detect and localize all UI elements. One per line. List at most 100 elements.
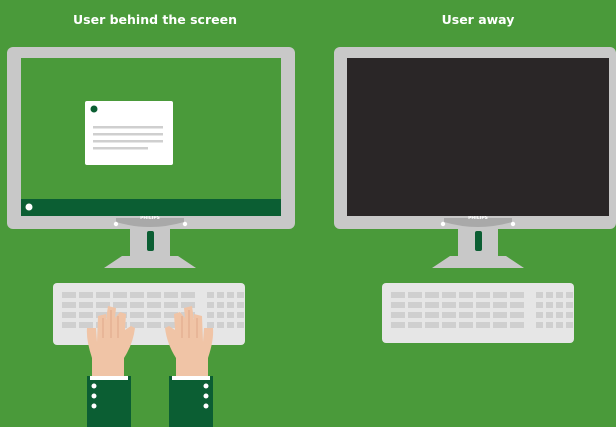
keyboard-key: [476, 322, 490, 328]
keyboard-key: [510, 322, 524, 328]
keyboard-key: [79, 292, 93, 298]
keyboard-key: [79, 312, 93, 318]
sleeve-button: [91, 403, 97, 409]
keyboard-key: [79, 322, 93, 328]
stand-slot-right: [475, 231, 482, 251]
keyboard-key: [459, 302, 473, 308]
keyboard-key: [147, 302, 161, 308]
numpad-key: [227, 302, 234, 308]
keyboard-key: [96, 292, 110, 298]
keyboard-key: [442, 292, 456, 298]
monitor-left: PHILIPS: [7, 47, 295, 268]
keyboard-key: [62, 292, 76, 298]
keyboard-key: [459, 292, 473, 298]
keyboard-key: [425, 292, 439, 298]
keyboard-key: [147, 322, 161, 328]
keyboard-key: [425, 312, 439, 318]
numpad-key: [237, 322, 244, 328]
stand-slot-left: [147, 231, 154, 251]
text-line: [93, 147, 148, 150]
keyboard-key: [164, 292, 178, 298]
keyboard-key: [442, 322, 456, 328]
numpad-key: [207, 322, 214, 328]
sleeve-button: [91, 393, 97, 399]
sleeve-button: [91, 383, 97, 389]
keyboard-key: [130, 292, 144, 298]
monitor-right: PHILIPS: [334, 47, 616, 268]
window-control[interactable]: [90, 105, 98, 113]
numpad-key: [217, 322, 224, 328]
keyboard-key: [493, 302, 507, 308]
numpad-key: [566, 312, 573, 318]
keyboard-right: [382, 283, 574, 343]
indicator-light: [440, 221, 446, 227]
keyboard-key: [510, 302, 524, 308]
keyboard-key: [130, 302, 144, 308]
keyboard-key: [510, 292, 524, 298]
start-button[interactable]: [25, 203, 33, 211]
numpad-key: [207, 302, 214, 308]
keyboard-key: [476, 302, 490, 308]
right-cuff: [172, 376, 210, 380]
numpad-key: [237, 312, 244, 318]
numpad-key: [237, 292, 244, 298]
numpad-key: [536, 312, 543, 318]
keyboard-key: [442, 302, 456, 308]
keyboard-key: [493, 292, 507, 298]
keyboard-key: [425, 322, 439, 328]
keyboard-key: [147, 292, 161, 298]
text-line: [93, 133, 163, 136]
numpad-key: [546, 292, 553, 298]
numpad-key: [217, 302, 224, 308]
numpad-key: [536, 322, 543, 328]
keyboard-key: [476, 292, 490, 298]
taskbar: [21, 199, 281, 216]
numpad-key: [536, 302, 543, 308]
keyboard-key: [113, 292, 127, 298]
keyboard-key: [408, 302, 422, 308]
numpad-key: [566, 292, 573, 298]
keyboard-key: [181, 292, 195, 298]
numpad-key: [207, 312, 214, 318]
numpad-key: [227, 312, 234, 318]
keyboard-key: [391, 322, 405, 328]
keyboard-key: [425, 302, 439, 308]
illustration: PHILIPS PHILIPS: [7, 47, 616, 427]
numpad-key: [556, 312, 563, 318]
keyboard-key: [442, 312, 456, 318]
numpad-key: [207, 292, 214, 298]
keyboard-key: [62, 312, 76, 318]
numpad-key: [237, 302, 244, 308]
indicator-light: [182, 221, 188, 227]
numpad-key: [217, 292, 224, 298]
left-cuff: [90, 376, 128, 380]
keyboard-key: [62, 322, 76, 328]
keyboard-key: [510, 312, 524, 318]
keyboard-key: [391, 302, 405, 308]
numpad-key: [556, 322, 563, 328]
numpad-key: [546, 322, 553, 328]
numpad-key: [556, 302, 563, 308]
screen-off: [347, 58, 609, 216]
numpad-key: [566, 302, 573, 308]
numpad-key: [217, 312, 224, 318]
keyboard-key: [391, 312, 405, 318]
numpad-key: [536, 292, 543, 298]
sleeve-button: [203, 403, 209, 409]
sleeve-button: [203, 393, 209, 399]
indicator-light: [113, 221, 119, 227]
numpad-key: [546, 312, 553, 318]
keyboard-key: [459, 312, 473, 318]
indicator-light: [510, 221, 516, 227]
text-line: [93, 126, 163, 129]
numpad-key: [227, 322, 234, 328]
keyboard-key: [147, 312, 161, 318]
keyboard-key: [459, 322, 473, 328]
keyboard-key: [164, 302, 178, 308]
numpad-key: [546, 302, 553, 308]
keyboard-key: [391, 292, 405, 298]
keyboard-key: [493, 312, 507, 318]
keyboard-key: [408, 292, 422, 298]
sleeve-button: [203, 383, 209, 389]
numpad-key: [566, 322, 573, 328]
